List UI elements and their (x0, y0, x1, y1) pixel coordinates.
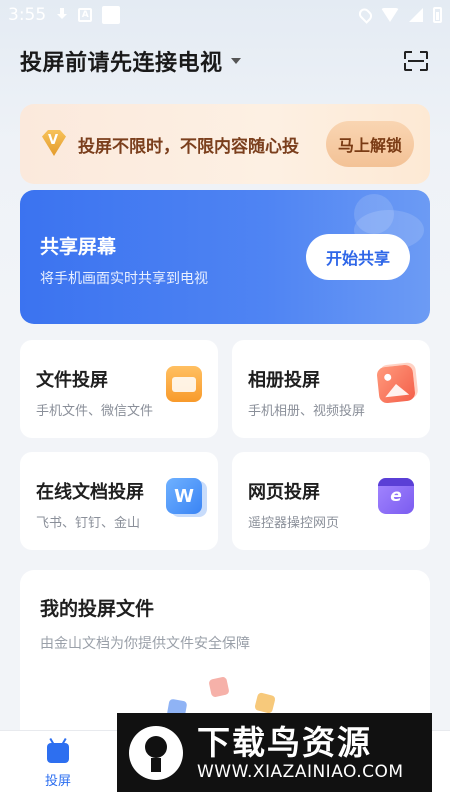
share-screen-card[interactable]: 共享屏幕 将手机画面实时共享到电视 开始共享 (20, 190, 430, 324)
connect-tv-title[interactable]: 投屏前请先连接电视 (20, 45, 223, 77)
status-bar: 3:55 A (0, 0, 450, 30)
scan-corner (404, 63, 412, 71)
document-icon: W (166, 478, 202, 514)
unlock-button[interactable]: 马上解锁 (326, 121, 414, 167)
scan-button[interactable] (402, 47, 430, 75)
web-cast-card[interactable]: 网页投屏 遥控器操控网页 e (232, 452, 430, 550)
feature-subtitle: 手机文件、微信文件 (36, 404, 154, 419)
signal-icon (409, 8, 423, 22)
chevron-down-icon[interactable] (230, 58, 241, 64)
album-cast-card[interactable]: 相册投屏 手机相册、视频投屏 (232, 340, 430, 438)
vip-banner[interactable]: 投屏不限时，不限内容随心投 马上解锁 (20, 104, 430, 184)
my-files-title: 我的投屏文件 (40, 598, 155, 620)
tab-cast[interactable]: 投屏 (36, 743, 80, 789)
feature-subtitle: 飞书、钉钉、金山 (36, 516, 141, 531)
vip-badge-icon (40, 128, 68, 160)
vip-text: 投屏不限时，不限内容随心投 (78, 136, 299, 157)
feature-subtitle: 遥控器操控网页 (248, 516, 340, 531)
bird-logo-icon (129, 725, 183, 780)
folder-icon (166, 366, 202, 402)
start-share-button[interactable]: 开始共享 (306, 234, 410, 280)
app-notification-icon: A (78, 8, 93, 22)
tab-label: 投屏 (44, 774, 71, 789)
download-icon (56, 8, 68, 22)
scan-icon (404, 51, 412, 59)
cloud-decoration (354, 194, 394, 234)
scan-line (408, 60, 424, 62)
status-time: 3:55 (8, 5, 47, 25)
watermark-url: WWW.XIAZAINIAO.COM (197, 761, 404, 782)
watermark: 下载鸟资源 WWW.XIAZAINIAO.COM (117, 713, 432, 792)
scan-corner (420, 63, 428, 71)
file-cast-card[interactable]: 文件投屏 手机文件、微信文件 (20, 340, 218, 438)
feature-subtitle: 手机相册、视频投屏 (248, 404, 366, 419)
watermark-text: 下载鸟资源 (197, 722, 372, 762)
wifi-icon (381, 8, 399, 22)
photo-album-icon (376, 364, 416, 404)
location-icon (356, 6, 375, 24)
my-files-subtitle: 由金山文档为你提供文件安全保障 (40, 636, 250, 652)
battery-icon (433, 7, 442, 23)
online-doc-cast-card[interactable]: 在线文档投屏 飞书、钉钉、金山 W (20, 452, 218, 550)
file-illustration-icon (254, 692, 276, 714)
file-illustration-icon (208, 676, 230, 698)
browser-icon: e (378, 478, 414, 514)
tv-icon (47, 743, 69, 763)
header: 投屏前请先连接电视 (20, 44, 430, 78)
scan-corner (420, 51, 428, 59)
notification-square-icon (102, 6, 121, 24)
